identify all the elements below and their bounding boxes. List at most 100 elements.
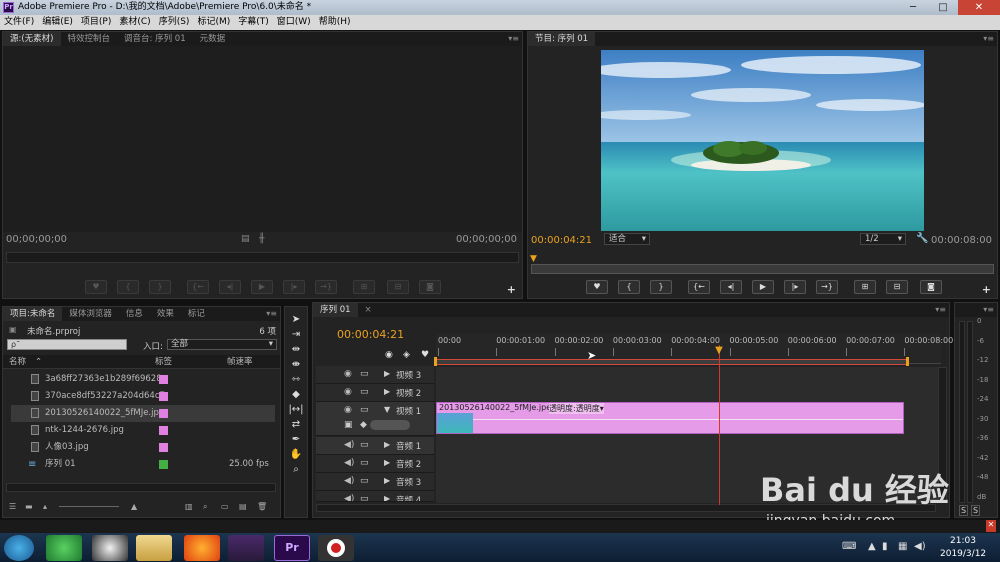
- expand-triangle-icon[interactable]: ▶: [384, 369, 390, 378]
- expand-triangle-icon[interactable]: ▶: [384, 476, 390, 485]
- step-back-button[interactable]: ◂|: [720, 280, 742, 294]
- camtasia-icon[interactable]: [228, 535, 264, 561]
- work-area-bar[interactable]: [436, 359, 908, 365]
- expand-triangle-icon[interactable]: ▶: [384, 440, 390, 449]
- add-marker-icon[interactable]: ♥: [421, 350, 429, 360]
- go-to-out-button[interactable]: →}: [816, 280, 838, 294]
- clock-date[interactable]: 2019/3/12: [940, 549, 986, 559]
- trash-icon[interactable]: 🗑: [257, 502, 267, 511]
- wrench-icon[interactable]: 🔧: [916, 233, 928, 244]
- tab-project[interactable]: 项目:未命名: [3, 307, 63, 321]
- panel-menu-icon[interactable]: ▾≡: [983, 32, 994, 46]
- browser-360-icon[interactable]: [46, 535, 82, 561]
- resolution-select[interactable]: 1/2 ▾: [860, 233, 906, 245]
- zoom-tool-icon[interactable]: ⌕: [288, 463, 304, 477]
- tab-info[interactable]: 信息: [119, 307, 150, 321]
- go-to-in-button[interactable]: {←: [187, 280, 209, 294]
- timeline-clip[interactable]: 20130526140022_5fMJe.jpeg 透明度:透明度▾: [436, 402, 904, 434]
- razor-tool-icon[interactable]: ◆: [288, 388, 304, 402]
- column-label[interactable]: 标签: [155, 355, 172, 369]
- menu-window[interactable]: 窗口(W): [277, 15, 311, 30]
- icon-view-icon[interactable]: ▬: [25, 502, 33, 511]
- tab-source[interactable]: 源:(无素材): [3, 32, 61, 46]
- expand-triangle-icon[interactable]: ▶: [384, 494, 390, 501]
- menu-edit[interactable]: 编辑(E): [42, 15, 73, 30]
- find-icon[interactable]: ⌕: [203, 502, 207, 512]
- mark-out-button[interactable]: }: [149, 280, 171, 294]
- list-view-icon[interactable]: ☰: [9, 502, 16, 511]
- work-area-start-handle[interactable]: [434, 357, 437, 366]
- play-button[interactable]: ▶: [251, 280, 273, 294]
- collapse-icon[interactable]: ▭: [360, 494, 369, 501]
- track-area[interactable]: [436, 367, 939, 503]
- entry-select[interactable]: 全部 ▾: [167, 339, 277, 350]
- expand-triangle-icon[interactable]: ▶: [384, 387, 390, 396]
- qq-icon[interactable]: [92, 535, 128, 561]
- eye-icon[interactable]: ◉: [344, 369, 352, 379]
- collapse-icon[interactable]: ▭: [360, 458, 369, 468]
- automate-icon[interactable]: ▥: [185, 502, 193, 511]
- collapse-icon[interactable]: ▭: [360, 476, 369, 486]
- menu-project[interactable]: 项目(P): [81, 15, 111, 30]
- collapse-icon[interactable]: ▭: [360, 440, 369, 450]
- column-fps[interactable]: 帧速率: [227, 355, 253, 369]
- clip-fx-menu[interactable]: 透明度:透明度▾: [549, 403, 604, 414]
- list-item[interactable]: 3a68ff27363e1b289f69628c: [11, 371, 275, 388]
- drag-audio-icon[interactable]: ╫: [259, 234, 264, 244]
- opacity-line[interactable]: [473, 419, 903, 420]
- tray-expand-icon[interactable]: ▲: [868, 541, 876, 552]
- step-forward-button[interactable]: |▸: [283, 280, 305, 294]
- horizontal-scrollbar[interactable]: [6, 483, 276, 492]
- premiere-taskbar-icon[interactable]: Pr: [274, 535, 310, 561]
- keyframe-icon[interactable]: ◆: [360, 420, 367, 430]
- add-button-icon[interactable]: +: [507, 283, 516, 296]
- track-select-tool-icon[interactable]: ⇥: [288, 328, 304, 342]
- mark-out-button[interactable]: }: [650, 280, 672, 294]
- selection-tool-icon[interactable]: ➤: [288, 313, 304, 327]
- clock-time[interactable]: 21:03: [950, 536, 976, 546]
- menu-title[interactable]: 字幕(T): [238, 15, 269, 30]
- timeline-vertical-scrollbar[interactable]: [938, 367, 947, 502]
- hand-tool-icon[interactable]: ✋: [288, 448, 304, 462]
- mark-in-button[interactable]: {: [618, 280, 640, 294]
- add-button-icon[interactable]: +: [982, 283, 991, 296]
- source-timeline-bar[interactable]: [6, 252, 519, 263]
- new-bin-icon[interactable]: ▭: [221, 502, 229, 511]
- windows-start-icon[interactable]: [4, 535, 34, 561]
- zoom-slider[interactable]: [59, 506, 119, 507]
- program-timecode[interactable]: 00:00:04:21: [531, 235, 592, 246]
- display-style-icon[interactable]: ▣: [344, 420, 353, 430]
- maximize-button[interactable]: □: [928, 0, 958, 15]
- list-item[interactable]: ntk-1244-2676.jpg: [11, 422, 275, 439]
- recorder-icon[interactable]: [318, 535, 354, 561]
- menu-help[interactable]: 帮助(H): [319, 15, 351, 30]
- source-timecode[interactable]: 00;00;00;00: [6, 234, 67, 245]
- export-frame-button[interactable]: ◙: [920, 280, 942, 294]
- tab-effect-controls[interactable]: 特效控制台: [61, 32, 118, 46]
- solo-left-button[interactable]: S: [959, 505, 969, 516]
- close-button[interactable]: ✕: [958, 0, 1000, 15]
- column-name[interactable]: 名称: [9, 355, 26, 369]
- tab-media-browser[interactable]: 媒体浏览器: [62, 307, 119, 321]
- speaker-icon[interactable]: ◀): [344, 440, 354, 450]
- tab-close-icon[interactable]: ×: [358, 303, 379, 317]
- collapse-icon[interactable]: ▭: [360, 387, 369, 397]
- sort-ascending-icon[interactable]: ⌃: [35, 355, 42, 369]
- program-timeline-bar[interactable]: [531, 264, 994, 274]
- playhead-marker-icon[interactable]: ▼: [530, 254, 537, 264]
- extract-button[interactable]: ⊟: [886, 280, 908, 294]
- tab-program[interactable]: 节目: 序列 01: [528, 32, 596, 46]
- minimize-button[interactable]: ─: [898, 0, 928, 15]
- sync-lock-icon[interactable]: ◈: [403, 350, 410, 360]
- speaker-icon[interactable]: ◀): [344, 494, 354, 501]
- panel-menu-icon[interactable]: ▾≡: [266, 307, 277, 321]
- keyframe-nav[interactable]: [370, 420, 410, 430]
- list-item[interactable]: ≡ 序列 01 25.00 fps: [11, 456, 275, 473]
- speaker-icon[interactable]: ◀): [344, 476, 354, 486]
- step-back-button[interactable]: ◂|: [219, 280, 241, 294]
- timeline-horizontal-scrollbar[interactable]: [316, 504, 936, 512]
- tab-effects[interactable]: 效果: [150, 307, 181, 321]
- mark-in-button[interactable]: {: [117, 280, 139, 294]
- usb-icon[interactable]: ▮: [882, 541, 888, 552]
- marker-button[interactable]: ♥: [586, 280, 608, 294]
